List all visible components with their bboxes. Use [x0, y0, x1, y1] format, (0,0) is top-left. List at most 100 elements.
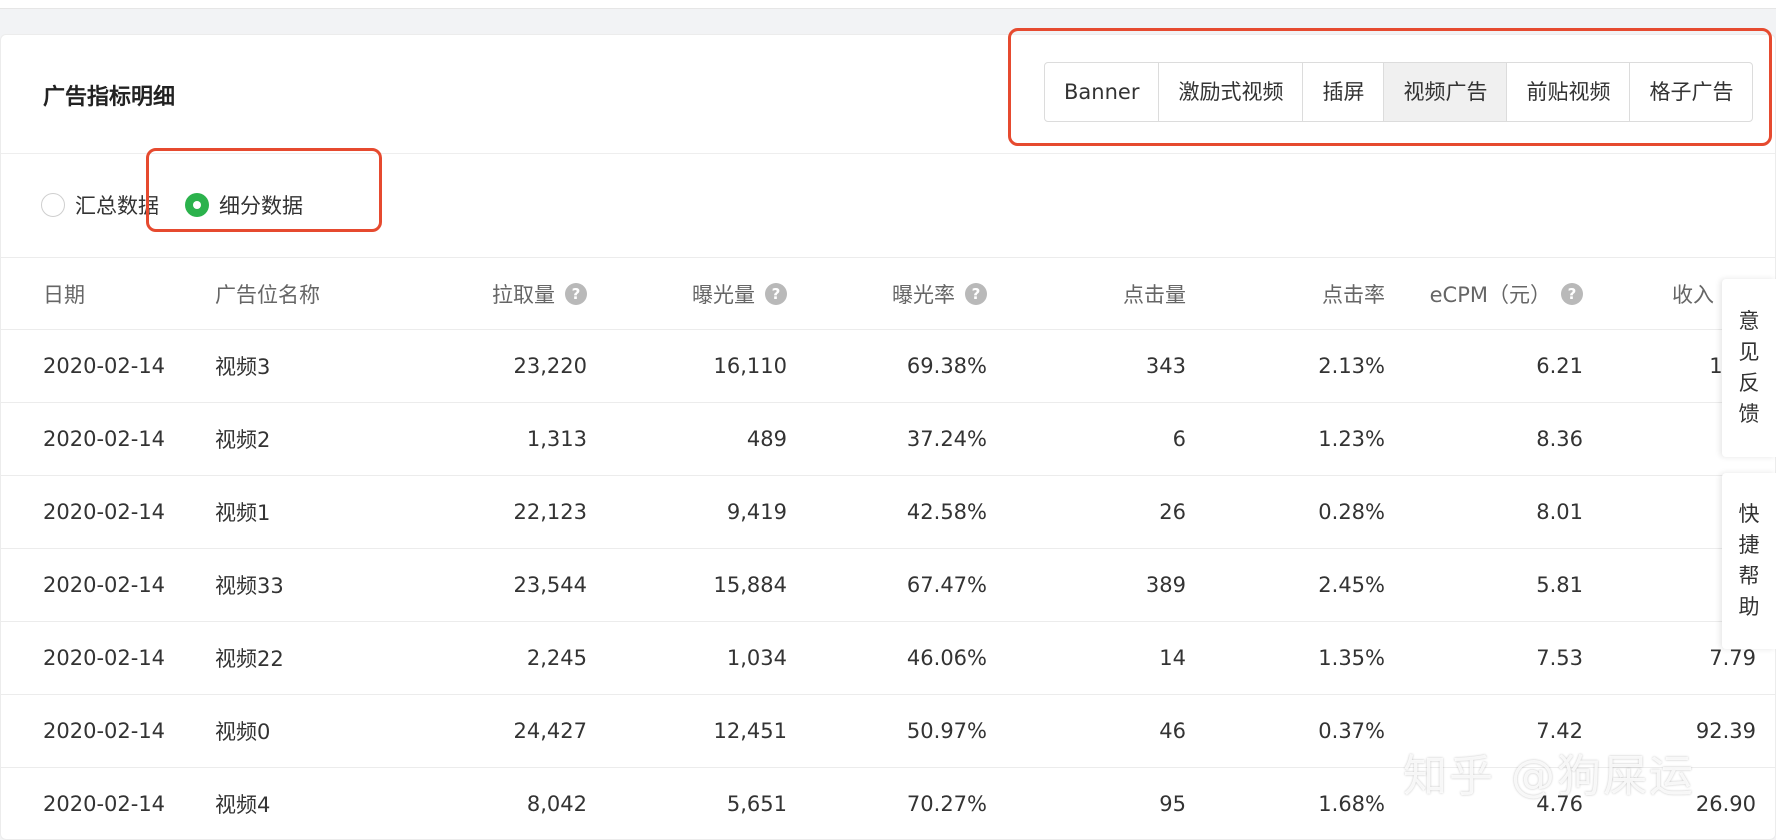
top-strip	[0, 0, 1776, 9]
cell-impression-rate: 69.38%	[906, 354, 987, 378]
cell-date: 2020-02-14	[43, 573, 166, 597]
cell-impression-rate: 46.06%	[906, 646, 987, 670]
cell-date: 2020-02-14	[43, 792, 166, 816]
table-row: 2020-02-14 视频2 1,313 489 37.24% 6 1.23% …	[1, 402, 1775, 475]
cell-slot-name: 视频1	[215, 501, 271, 525]
tab-banner[interactable]: Banner	[1045, 63, 1160, 121]
cell-slot-name: 视频3	[215, 355, 271, 379]
question-circle-icon[interactable]: ?	[1561, 282, 1583, 305]
cell-ecpm: 7.53	[1536, 646, 1583, 670]
data-mode-radio-group: 汇总数据 细分数据	[41, 190, 329, 220]
cell-ctr: 1.68%	[1318, 792, 1385, 816]
watermark: 知乎 @狗屎运	[1403, 751, 1695, 802]
header-impressions-label: 曝光量	[692, 282, 755, 307]
tab-video-ad[interactable]: 视频广告	[1384, 63, 1508, 121]
help-char: 助	[1738, 595, 1760, 619]
cell-requests: 23,544	[513, 573, 587, 597]
cell-date: 2020-02-14	[43, 719, 166, 743]
table-row: 2020-02-14 视频3 23,220 16,110 69.38% 343 …	[1, 329, 1775, 402]
radio-breakdown-label: 细分数据	[219, 194, 303, 218]
cell-ctr: 2.45%	[1318, 573, 1385, 597]
ad-metrics-card: 广告指标明细 Banner 激励式视频 插屏 视频广告 前贴视频 格子广告 汇总…	[0, 34, 1776, 840]
cell-slot-name: 视频33	[215, 574, 284, 598]
question-circle-icon[interactable]: ?	[565, 282, 587, 305]
cell-requests: 24,427	[513, 719, 587, 743]
table-row: 2020-02-14 视频33 23,544 15,884 67.47% 389…	[1, 548, 1775, 621]
cell-impression-rate: 70.27%	[906, 792, 987, 816]
table-header-row: 日期 广告位名称 拉取量? 曝光量? 曝光率? 点击量 点击率 eCPM（元）?…	[1, 257, 1775, 329]
cell-impression-rate: 67.47%	[906, 573, 987, 597]
radio-breakdown[interactable]: 细分数据	[185, 190, 303, 220]
header-impression-rate: 曝光率?	[801, 258, 987, 329]
cell-requests: 8,042	[526, 792, 587, 816]
cell-slot-name: 视频0	[215, 720, 271, 744]
cell-ecpm: 8.36	[1536, 427, 1583, 451]
tab-preroll-video[interactable]: 前贴视频	[1507, 63, 1631, 121]
header-ctr: 点击率	[1322, 282, 1385, 307]
cell-clicks: 14	[1159, 646, 1186, 670]
header-slot-name: 广告位名称	[215, 282, 320, 307]
tab-grid-ad[interactable]: 格子广告	[1630, 63, 1752, 121]
feedback-button[interactable]: 意 见 反 馈	[1722, 279, 1776, 457]
tab-rewarded-video[interactable]: 激励式视频	[1159, 63, 1304, 121]
cell-ctr: 0.37%	[1318, 719, 1385, 743]
header-ecpm: eCPM（元）?	[1401, 258, 1583, 329]
cell-impression-rate: 42.58%	[906, 500, 987, 524]
cell-impressions: 489	[746, 427, 787, 451]
cell-impressions: 5,651	[726, 792, 787, 816]
cell-clicks: 343	[1145, 354, 1186, 378]
card-title: 广告指标明细	[43, 85, 176, 110]
cell-ctr: 2.13%	[1318, 354, 1385, 378]
cell-clicks: 95	[1159, 792, 1186, 816]
feedback-char: 反	[1738, 371, 1760, 395]
cell-impression-rate: 50.97%	[906, 719, 987, 743]
cell-impression-rate: 37.24%	[906, 427, 987, 451]
question-circle-icon[interactable]: ?	[765, 282, 787, 305]
help-char: 捷	[1738, 533, 1760, 557]
cell-requests: 22,123	[513, 500, 587, 524]
feedback-char: 馈	[1738, 402, 1760, 426]
cell-date: 2020-02-14	[43, 646, 166, 670]
cell-clicks: 6	[1172, 427, 1186, 451]
header-clicks: 点击量	[1123, 282, 1186, 307]
cell-clicks: 389	[1145, 573, 1186, 597]
cell-date: 2020-02-14	[43, 500, 166, 524]
cell-impressions: 9,419	[726, 500, 787, 524]
cell-ctr: 0.28%	[1318, 500, 1385, 524]
radio-checked-icon	[185, 193, 209, 217]
cell-date: 2020-02-14	[43, 354, 166, 378]
quick-help-button[interactable]: 快 捷 帮 助	[1722, 473, 1776, 649]
cell-slot-name: 视频22	[215, 647, 284, 671]
header-impression-rate-label: 曝光率	[892, 282, 955, 307]
cell-clicks: 26	[1159, 500, 1186, 524]
cell-impressions: 16,110	[713, 354, 787, 378]
tab-interstitial[interactable]: 插屏	[1303, 63, 1385, 121]
cell-ecpm: 6.21	[1536, 354, 1583, 378]
ad-type-tabs: Banner 激励式视频 插屏 视频广告 前贴视频 格子广告	[1044, 62, 1754, 122]
header-date: 日期	[43, 282, 85, 307]
cell-ctr: 1.35%	[1318, 646, 1385, 670]
table-row: 2020-02-14 视频22 2,245 1,034 46.06% 14 1.…	[1, 621, 1775, 694]
cell-impressions: 15,884	[713, 573, 787, 597]
feedback-char: 见	[1738, 340, 1760, 364]
question-circle-icon[interactable]: ?	[965, 282, 987, 305]
header-requests: 拉取量?	[401, 258, 587, 329]
feedback-char: 意	[1738, 309, 1760, 333]
cell-requests: 2,245	[526, 646, 587, 670]
cell-requests: 1,313	[526, 427, 587, 451]
help-char: 快	[1738, 502, 1760, 526]
radio-unchecked-icon	[41, 193, 65, 217]
radio-summary[interactable]: 汇总数据	[41, 190, 159, 220]
header-ecpm-label: eCPM（元）	[1429, 282, 1551, 307]
cell-slot-name: 视频2	[215, 428, 271, 452]
cell-ecpm: 5.81	[1536, 573, 1583, 597]
cell-requests: 23,220	[513, 354, 587, 378]
header-impressions: 曝光量?	[601, 258, 787, 329]
cell-impressions: 1,034	[726, 646, 787, 670]
header-requests-label: 拉取量	[492, 282, 555, 307]
cell-clicks: 46	[1159, 719, 1186, 743]
cell-ctr: 1.23%	[1318, 427, 1385, 451]
table-row: 2020-02-14 视频1 22,123 9,419 42.58% 26 0.…	[1, 475, 1775, 548]
cell-date: 2020-02-14	[43, 427, 166, 451]
cell-slot-name: 视频4	[215, 793, 271, 817]
